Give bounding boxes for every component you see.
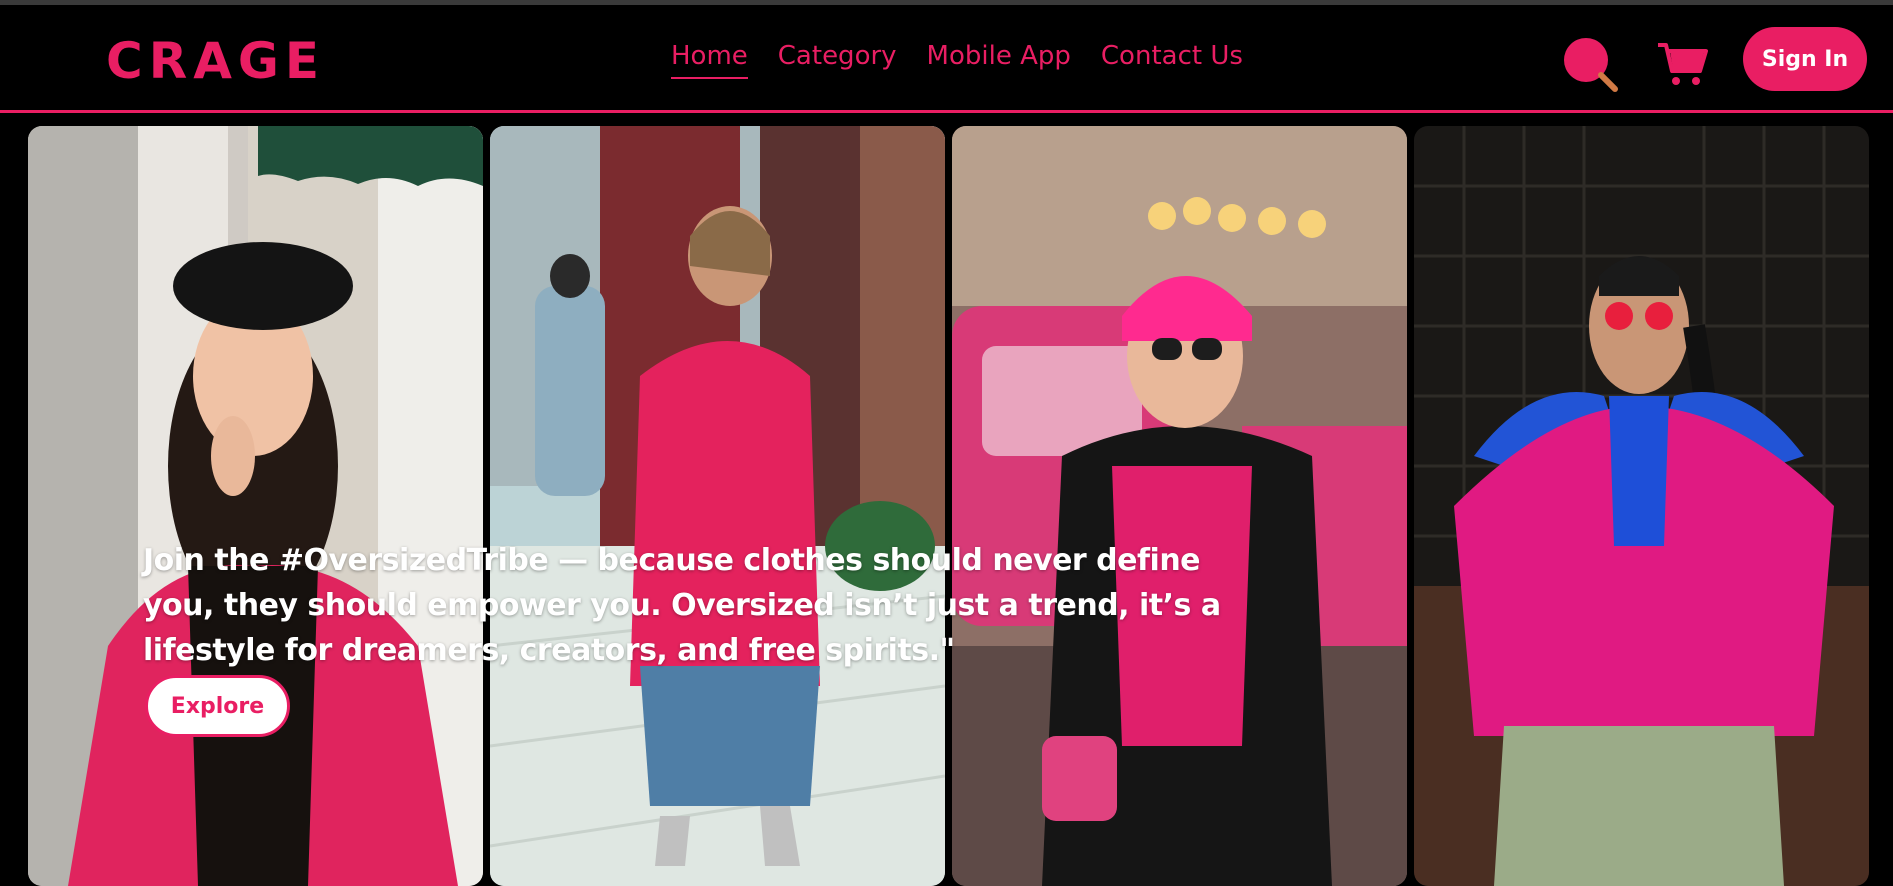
nav-contact-us[interactable]: Contact Us	[1101, 41, 1243, 79]
nav-category[interactable]: Category	[778, 41, 897, 79]
gallery-photo-2	[490, 126, 945, 886]
search-icon[interactable]	[1562, 36, 1620, 94]
nav-mobile-app[interactable]: Mobile App	[927, 41, 1071, 79]
gallery-photo-4	[1414, 126, 1869, 886]
cart-icon[interactable]	[1656, 39, 1708, 89]
gallery-photo-3	[952, 126, 1407, 886]
hero-gallery	[28, 126, 1869, 886]
main-nav: Home Category Mobile App Contact Us	[671, 41, 1243, 79]
explore-button[interactable]: Explore	[145, 675, 290, 737]
nav-home[interactable]: Home	[671, 41, 748, 79]
sign-in-button[interactable]: Sign In	[1743, 27, 1867, 91]
site-header: CRAGE Home Category Mobile App Contact U…	[0, 5, 1893, 113]
gallery-photo-1	[28, 126, 483, 886]
hero-tagline: Join the #OversizedTribe — because cloth…	[143, 543, 1221, 668]
brand-logo[interactable]: CRAGE	[106, 32, 325, 90]
